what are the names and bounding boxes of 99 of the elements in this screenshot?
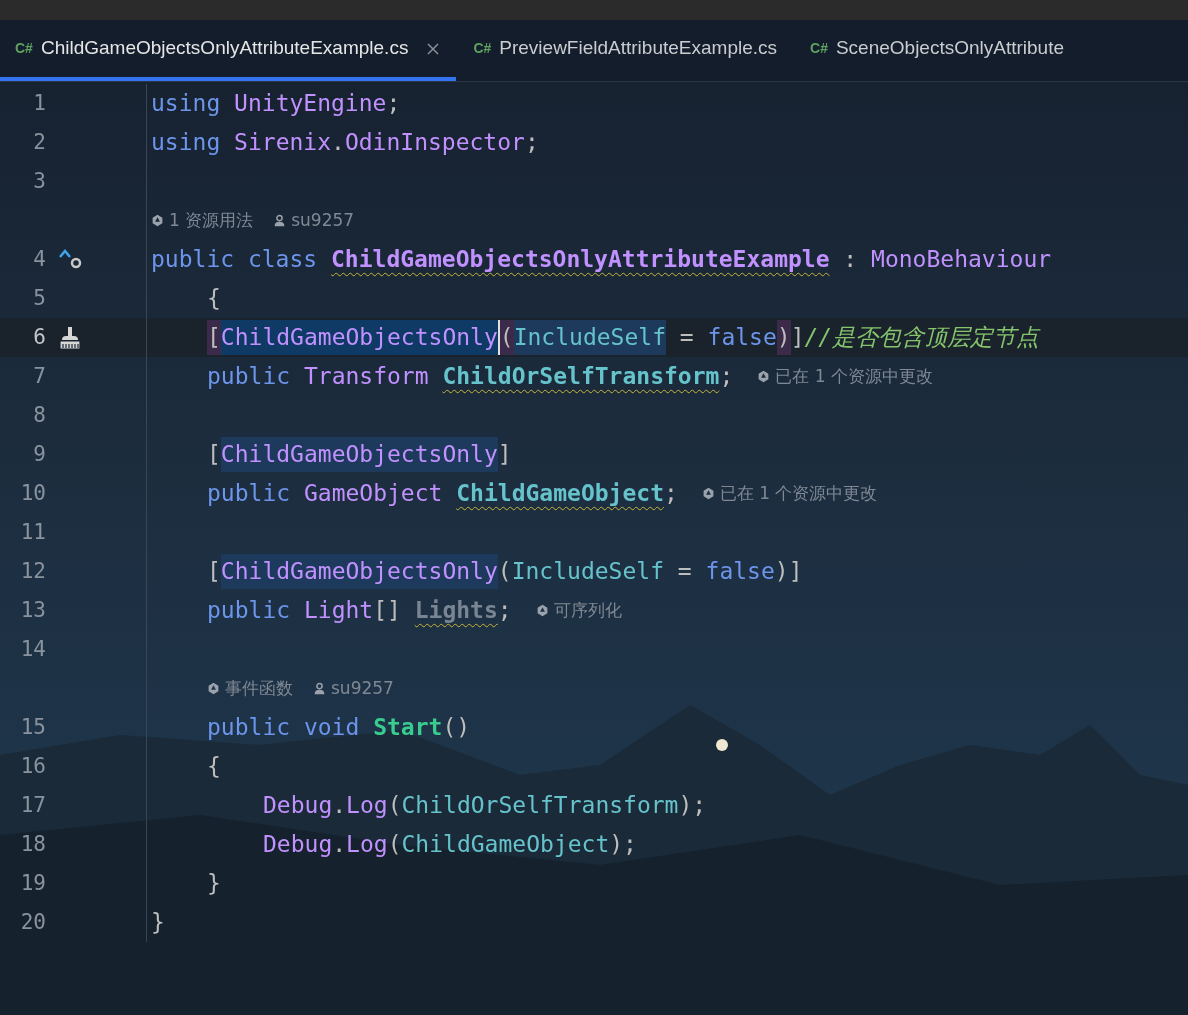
code-token: ChildGameObject [401, 830, 610, 860]
broom-icon[interactable] [58, 325, 82, 350]
code-token: Log [346, 791, 388, 821]
line-number: 19 [19, 869, 46, 897]
code-token: { [207, 284, 221, 314]
code-token: [] [373, 596, 402, 626]
editor-tab[interactable]: C# PreviewFieldAttributeExample.cs [458, 20, 793, 81]
close-icon[interactable] [426, 41, 441, 56]
code-token: ] [790, 323, 805, 353]
code-token: UnityEngine [234, 89, 387, 119]
line-number: 11 [19, 518, 46, 546]
code-token: //是否包含顶层定节点 [804, 323, 1040, 353]
code-token: false [707, 323, 777, 353]
code-token: Start [373, 713, 443, 743]
line-number: 18 [19, 830, 46, 858]
code-token: ); [678, 791, 707, 821]
editor-tab[interactable]: C# ChildGameObjectsOnlyAttributeExample.cs [0, 20, 457, 81]
person-icon [313, 682, 326, 695]
code-token: . [332, 791, 347, 821]
code-token: { [207, 752, 221, 782]
code-token: ) [776, 320, 791, 355]
code-token: ChildOrSelfTransform [442, 362, 720, 392]
code-token: using [151, 89, 222, 119]
code-token: [ [207, 320, 221, 355]
code-token: ChildGameObject [456, 479, 664, 509]
code-token: ChildGameObjectsOnly [220, 320, 500, 355]
code-token: Sirenix [234, 128, 332, 158]
code-token: ] [497, 440, 512, 470]
line-number: 8 [32, 401, 46, 429]
code-token: public class [151, 245, 319, 275]
code-token: . [331, 128, 345, 158]
code-token: [ [207, 440, 221, 470]
code-token: ChildGameObjectsOnlyAttributeExample [331, 245, 830, 275]
code-token: GameObject [303, 479, 444, 509]
code-token: public [207, 362, 292, 392]
code-token: Lights [414, 596, 498, 626]
person-icon [273, 214, 287, 227]
line-number: 1 [32, 89, 46, 117]
code-token: ; [664, 479, 678, 509]
code-token: ( [497, 557, 512, 587]
code-token: Debug [263, 830, 333, 860]
line-number: 4 [32, 245, 46, 273]
code-token: ChildGameObjectsOnly [220, 437, 498, 472]
code-token: public [207, 596, 292, 626]
line-number: 16 [19, 752, 46, 780]
code-token: [ [207, 557, 221, 587]
code-token: Light [303, 596, 374, 626]
inlay-hint[interactable]: 已在 1 个资源中更改 [719, 480, 878, 507]
code-token: Debug [263, 791, 333, 821]
code-token: () [442, 713, 471, 743]
csharp-file-icon: C# [473, 38, 492, 59]
code-token: using [151, 128, 222, 158]
line-number: 3 [32, 167, 46, 195]
code-token: MonoBehaviour [871, 245, 1052, 275]
inlay-hint[interactable]: 事件函数 [225, 675, 293, 702]
code-token: Log [346, 830, 388, 860]
code-token: . [332, 830, 347, 860]
code-token: ; [497, 596, 512, 626]
code-token: ( [387, 830, 402, 860]
line-number: 9 [32, 440, 46, 468]
code-token: ; [386, 89, 401, 119]
line-number: 6 [32, 323, 46, 351]
code-token: ChildGameObjectsOnly [220, 554, 498, 589]
code-token: IncludeSelf [513, 320, 666, 355]
inlay-hint[interactable]: 可序列化 [553, 597, 622, 624]
code-token: ChildOrSelfTransform [401, 791, 679, 821]
code-token: )] [774, 557, 803, 587]
code-token: ; [719, 362, 734, 392]
inlay-hint[interactable]: su9257 [291, 207, 355, 234]
code-token: } [151, 908, 165, 938]
code-token: ; [524, 128, 539, 158]
inlay-hint[interactable]: su9257 [331, 675, 394, 702]
line-number: 14 [19, 635, 46, 663]
line-number: 5 [32, 284, 46, 312]
code-token: = [678, 323, 695, 353]
code-token: ); [609, 830, 637, 860]
code-token: } [207, 869, 221, 899]
inlay-hint[interactable]: 已在 1 个资源中更改 [775, 363, 933, 390]
csharp-file-icon: C# [15, 38, 33, 59]
code-token: public [207, 479, 292, 509]
code-token: ( [387, 791, 402, 821]
code-token: public void [207, 713, 361, 743]
line-number: 20 [19, 908, 46, 936]
line-number: 13 [19, 596, 46, 624]
line-number: 10 [19, 479, 46, 507]
line-number: 12 [19, 557, 46, 585]
code-token: : [842, 245, 859, 275]
line-number: 15 [19, 713, 46, 741]
code-token: false [705, 557, 775, 587]
line-number: 7 [32, 362, 46, 390]
csharp-file-icon: C# [810, 38, 828, 59]
line-number: 17 [19, 791, 46, 819]
code-token: = [676, 557, 693, 587]
code-token: IncludeSelf [511, 557, 664, 587]
editor-tab[interactable]: C# SceneObjectsOnlyAttribute [795, 20, 1081, 81]
inlay-hint[interactable]: 1 资源用法 [169, 207, 254, 234]
line-number: 2 [32, 128, 46, 156]
code-token: OdinInspector [344, 128, 525, 158]
code-token: Transform [303, 362, 430, 392]
